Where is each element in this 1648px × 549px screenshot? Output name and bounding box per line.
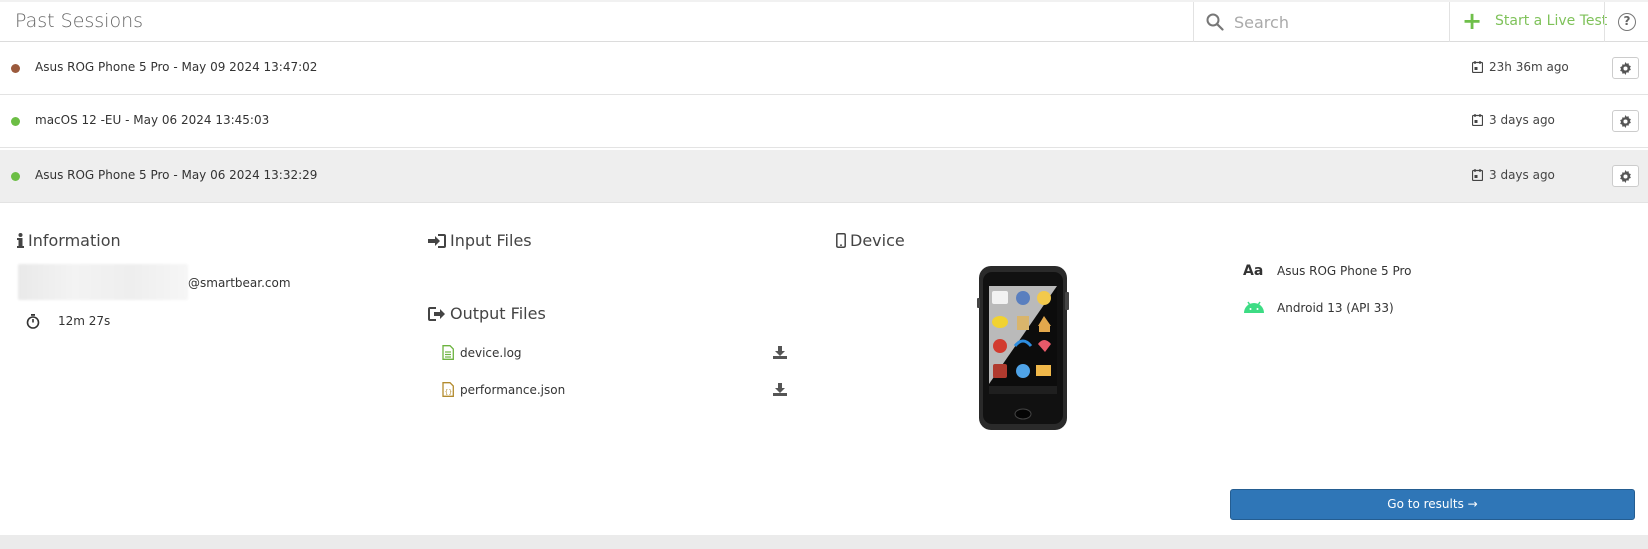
go-to-results-button[interactable]: Go to results → — [1230, 489, 1635, 520]
device-title: Device — [836, 231, 905, 250]
stopwatch-icon — [26, 314, 40, 329]
bottom-divider — [0, 535, 1648, 549]
session-duration-label: 12m 27s — [58, 314, 111, 328]
app-root: Past Sessions + Start a Live Test ? Asus… — [0, 0, 1648, 549]
session-settings-button[interactable] — [1612, 57, 1639, 79]
calendar-icon — [1472, 169, 1483, 181]
output-file-name: device.log — [460, 346, 522, 360]
device-phone-image — [977, 266, 1069, 430]
download-icon[interactable] — [773, 383, 787, 396]
android-icon — [1244, 301, 1264, 313]
status-dot — [11, 64, 20, 73]
input-files-title-label: Input Files — [450, 231, 532, 250]
start-live-test-label: Start a Live Test — [1495, 13, 1608, 29]
session-row[interactable]: macOS 12 -EU - May 06 2024 13:45:03 3 da… — [0, 95, 1648, 148]
information-title: Information — [17, 231, 121, 250]
search-box[interactable] — [1193, 2, 1450, 42]
user-email-domain: @smartbear.com — [188, 276, 291, 290]
sign-in-icon — [428, 234, 446, 248]
output-files-title-label: Output Files — [450, 304, 546, 323]
mobile-icon — [836, 233, 846, 248]
plus-icon: + — [1462, 7, 1483, 35]
page-title: Past Sessions — [15, 10, 144, 32]
help-icon: ? — [1618, 13, 1636, 31]
input-files-title: Input Files — [428, 231, 532, 250]
download-icon[interactable] — [773, 346, 787, 359]
session-name: Asus ROG Phone 5 Pro - May 06 2024 13:32… — [35, 168, 318, 182]
sign-out-icon — [428, 307, 445, 321]
status-dot — [11, 172, 20, 181]
log-file-icon — [442, 345, 454, 360]
session-settings-button[interactable] — [1612, 165, 1639, 187]
device-model-label: Asus ROG Phone 5 Pro — [1277, 264, 1412, 278]
status-dot — [11, 117, 20, 126]
session-time-label: 3 days ago — [1489, 168, 1555, 182]
session-duration: 12m 27s — [26, 314, 111, 329]
gear-icon — [1620, 115, 1631, 128]
output-file-item[interactable]: device.log — [442, 345, 522, 360]
help-button[interactable]: ? — [1604, 2, 1648, 42]
information-title-label: Information — [28, 231, 121, 250]
session-time: 3 days ago — [1472, 168, 1555, 182]
session-details-panel: Information @smartbear.com 12m 27s Input… — [0, 206, 1648, 534]
info-icon — [17, 233, 24, 248]
gear-icon — [1620, 170, 1631, 183]
output-file-name: performance.json — [460, 383, 566, 397]
session-name: Asus ROG Phone 5 Pro - May 09 2024 13:47… — [35, 60, 318, 74]
output-files-title: Output Files — [428, 304, 546, 323]
header: Past Sessions + Start a Live Test ? — [0, 0, 1648, 42]
font-icon: Aa — [1243, 263, 1263, 278]
session-name: macOS 12 -EU - May 06 2024 13:45:03 — [35, 113, 270, 127]
device-model: Aa Asus ROG Phone 5 Pro — [1243, 263, 1412, 278]
session-time: 23h 36m ago — [1472, 60, 1569, 74]
session-time-label: 3 days ago — [1489, 113, 1555, 127]
calendar-icon — [1472, 61, 1483, 73]
session-settings-button[interactable] — [1612, 110, 1639, 132]
start-live-test-button[interactable]: + Start a Live Test — [1450, 2, 1608, 42]
session-row[interactable]: Asus ROG Phone 5 Pro - May 09 2024 13:47… — [0, 42, 1648, 95]
gear-icon — [1620, 62, 1631, 75]
device-title-label: Device — [850, 231, 905, 250]
session-time: 3 days ago — [1472, 113, 1555, 127]
svg-text:Aa: Aa — [1243, 263, 1263, 278]
json-file-icon: {} — [442, 382, 454, 397]
session-row-selected[interactable]: Asus ROG Phone 5 Pro - May 06 2024 13:32… — [0, 150, 1648, 203]
calendar-icon — [1472, 114, 1483, 126]
svg-text:{}: {} — [445, 389, 453, 396]
search-input[interactable] — [1234, 10, 1434, 34]
output-file-item[interactable]: {} performance.json — [442, 382, 565, 397]
search-icon — [1206, 13, 1224, 31]
redacted-username — [18, 264, 188, 300]
session-time-label: 23h 36m ago — [1489, 60, 1569, 74]
device-os: Android 13 (API 33) — [1243, 301, 1394, 315]
device-os-label: Android 13 (API 33) — [1277, 301, 1394, 315]
